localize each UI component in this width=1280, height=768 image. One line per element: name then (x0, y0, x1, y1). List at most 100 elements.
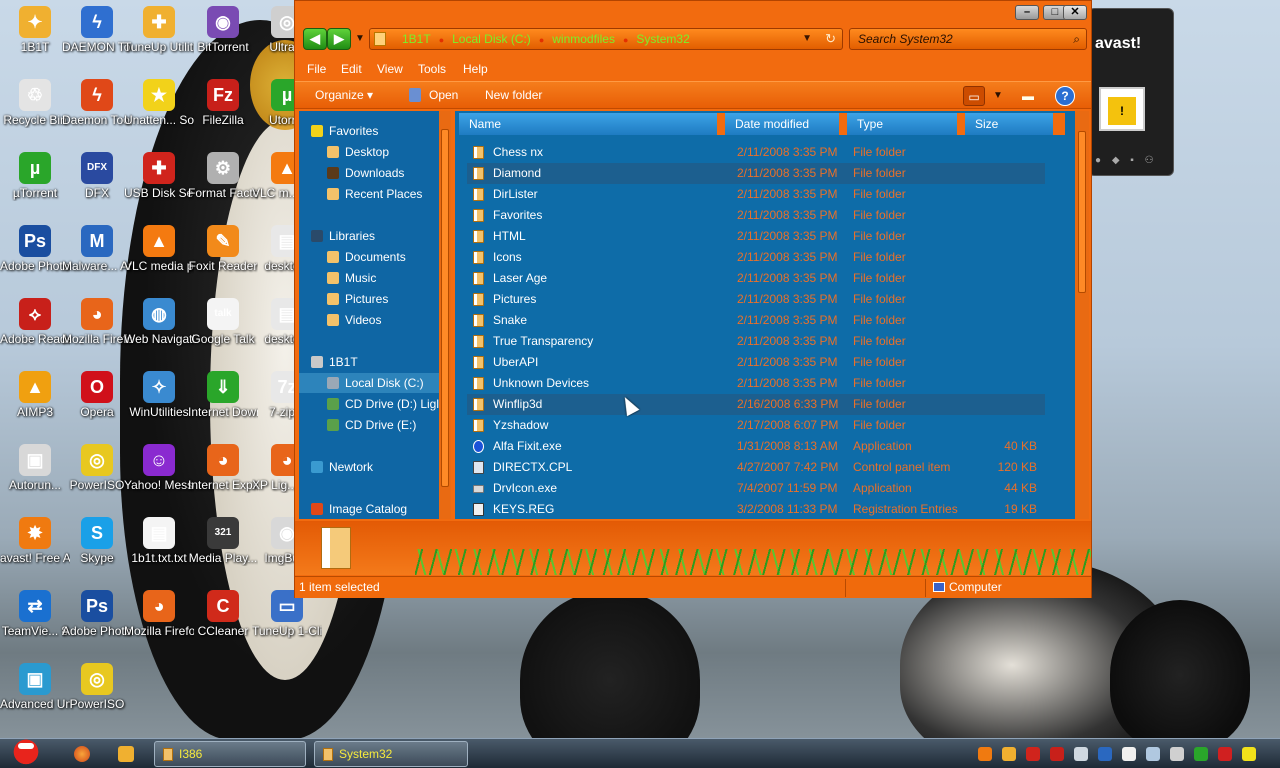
scroll-thumb[interactable] (441, 129, 449, 487)
file-row[interactable]: Favorites 2/11/2008 3:35 PM File folder (467, 205, 1045, 226)
address-bar[interactable]: 1B1T ● Local Disk (C:) ● winmodfiles ● System3… (369, 28, 843, 50)
desktop-icon[interactable]: ◎ PowerISO (62, 663, 132, 712)
usb-tray-icon[interactable] (1050, 747, 1064, 761)
desktop-icon[interactable]: ⚙ Format Factory (188, 152, 258, 201)
nav-item[interactable]: Documents (299, 247, 439, 267)
desktop-icon[interactable]: M Malware... Anti-Mal... (62, 225, 132, 274)
nav-item[interactable]: Favorites (299, 121, 439, 141)
breadcrumb-local-disk[interactable]: Local Disk (C:) (452, 32, 531, 46)
update-tray-icon[interactable] (1194, 747, 1208, 761)
desktop-icon[interactable]: ◕ Mozilla Firefox (124, 590, 194, 639)
file-row[interactable]: Yzshadow 2/17/2008 6:07 PM File folder (467, 415, 1045, 436)
desktop-icon[interactable]: ◎ PowerISO (62, 444, 132, 493)
desktop-icon[interactable]: Fz FileZilla (188, 79, 258, 128)
chat-tray-icon[interactable] (1074, 747, 1088, 761)
breadcrumb-separator[interactable]: ● (439, 35, 444, 45)
desktop-icon[interactable]: ◕ Internet Explorer... (188, 444, 258, 493)
recent-pages-dropdown[interactable]: ▼ (355, 33, 365, 44)
file-row[interactable]: HTML 2/11/2008 3:35 PM File folder (467, 226, 1045, 247)
desktop-icon[interactable]: DFX DFX (62, 152, 132, 201)
column-type[interactable]: Type (847, 113, 969, 135)
desktop-icon[interactable]: ★ Unatten... Soft (124, 79, 194, 128)
desktop-icon[interactable]: ▲ AIMP3 (0, 371, 70, 420)
new-folder-button[interactable]: New folder (485, 88, 542, 102)
search-icon[interactable]: ⌕ (1073, 29, 1080, 49)
desktop-icon[interactable]: ✦ 1B1T (0, 6, 70, 55)
breadcrumb-winmodfiles[interactable]: winmodfiles (552, 32, 615, 46)
desktop-icon[interactable]: ✎ Foxit Reader (188, 225, 258, 274)
tools-tray-icon[interactable] (1002, 747, 1016, 761)
list-scrollbar[interactable] (1075, 111, 1089, 519)
nav-item[interactable]: Recent Places (299, 184, 439, 204)
nav-item[interactable]: Newtork (299, 457, 439, 477)
desktop-icon[interactable]: ▣ Advanced Uninstall... (0, 663, 70, 712)
task-system32[interactable]: System32 (314, 741, 468, 767)
desktop-icon[interactable]: ◍ Web Navigation (124, 298, 194, 347)
column-date-modified[interactable]: Date modified (725, 113, 851, 135)
file-row[interactable]: Unknown Devices 2/11/2008 3:35 PM File fol… (467, 373, 1045, 394)
file-row[interactable]: Pictures 2/11/2008 3:35 PM File folder (467, 289, 1045, 310)
menu-edit[interactable]: Edit (341, 62, 362, 76)
desktop-icon[interactable]: S Skype (62, 517, 132, 566)
nav-item[interactable]: Image Catalog (299, 499, 439, 519)
nav-item[interactable]: Videos (299, 310, 439, 330)
desktop-icon[interactable]: ▤ 1b1t.txt.txt (124, 517, 194, 566)
network-tray-icon[interactable] (1146, 747, 1160, 761)
desktop-icon[interactable]: ⇄ TeamVie... 8 (0, 590, 70, 639)
column-size[interactable]: Size (965, 113, 1065, 135)
desktop-icon[interactable]: C CCleaner (188, 590, 258, 639)
preview-pane-icon[interactable]: ▬ (1017, 86, 1039, 106)
desktop-icon[interactable]: talk Google Talk (188, 298, 258, 347)
address-dropdown-icon[interactable]: ▼ (802, 29, 812, 49)
shield-tray-icon[interactable] (1026, 747, 1040, 761)
search-input[interactable]: Search System32 ⌕ (849, 28, 1087, 50)
file-row[interactable]: KEYS.REG 3/2/2008 11:33 PM Registration En… (467, 499, 1045, 519)
change-view-icon[interactable]: ▭ (963, 86, 985, 106)
desktop-icon[interactable]: ◕ Mozilla Firefox1 (62, 298, 132, 347)
desktop-icon[interactable]: ▣ Autorun... (0, 444, 70, 493)
nav-item[interactable]: Downloads (299, 163, 439, 183)
nav-item[interactable]: Desktop (299, 142, 439, 162)
desktop-icon[interactable]: ϟ Daemon Tools PRO (62, 79, 132, 128)
nav-item[interactable]: Music (299, 268, 439, 288)
avast-tray-icon[interactable] (978, 747, 992, 761)
breadcrumb-1b1t[interactable]: 1B1T (402, 32, 431, 46)
yahoo-tray-icon[interactable] (1122, 747, 1136, 761)
nav-item[interactable]: Local Disk (C:) (299, 373, 439, 393)
help-icon[interactable]: ? (1055, 86, 1075, 106)
desktop-icon[interactable]: ϟ DAEMON Tools Lite (62, 6, 132, 55)
desktop-icon[interactable]: Ps Adobe Photosh... (62, 590, 132, 639)
view-options-dropdown[interactable]: ▼ (987, 86, 1009, 106)
refresh-icon[interactable]: ↻ (825, 29, 836, 49)
desktop-icon[interactable]: ✧ WinUtilities (124, 371, 194, 420)
nav-item[interactable]: Libraries (299, 226, 439, 246)
desktop-icon[interactable]: Ps Adobe Photosh... (0, 225, 70, 274)
desktop-icon[interactable]: ♲ Recycle Bin (0, 79, 70, 128)
nav-item[interactable]: 1B1T (299, 352, 439, 372)
social-icons[interactable]: ● ◆ ▪ ⚇ (1095, 155, 1158, 166)
desktop-icon[interactable]: ⟡ Adobe Reader X (0, 298, 70, 347)
desktop-icon[interactable]: ◉ BitTorrent (188, 6, 258, 55)
desktop-icon[interactable]: O Opera (62, 371, 132, 420)
minimize-button[interactable]: – (1015, 5, 1039, 20)
back-button[interactable]: ◀ (303, 28, 327, 50)
file-row[interactable]: Alfa Fixit.exe 1/31/2008 8:13 AM Applicati… (467, 436, 1045, 457)
nav-item[interactable]: Pictures (299, 289, 439, 309)
organize-button[interactable]: Organize ▾ (315, 88, 373, 102)
file-row[interactable]: Winflip3d 2/16/2008 6:33 PM File folder (467, 394, 1045, 415)
menu-help[interactable]: Help (463, 62, 488, 76)
file-row[interactable]: True Transparency 2/11/2008 3:35 PM File f… (467, 331, 1045, 352)
desktop-icon[interactable]: ⇓ Internet Downlo... (188, 371, 258, 420)
nav-item[interactable]: CD Drive (E:) (299, 415, 439, 435)
breadcrumb-separator[interactable]: ● (623, 35, 628, 45)
file-row[interactable]: Laser Age 2/11/2008 3:35 PM File folder (467, 268, 1045, 289)
menu-file[interactable]: File (307, 62, 326, 76)
clock-tray-icon[interactable] (1242, 747, 1256, 761)
file-row[interactable]: Diamond 2/11/2008 3:35 PM File folder (467, 163, 1045, 184)
close-button[interactable]: ✕ (1063, 5, 1087, 20)
desktop-icon[interactable]: ✸ avast! Free Antivirus (0, 517, 70, 566)
file-row[interactable]: DrvIcon.exe 7/4/2007 11:59 PM Application 4… (467, 478, 1045, 499)
menu-view[interactable]: View (377, 62, 403, 76)
file-row[interactable]: UberAPI 2/11/2008 3:35 PM File folder (467, 352, 1045, 373)
firefox-icon[interactable] (74, 746, 90, 762)
